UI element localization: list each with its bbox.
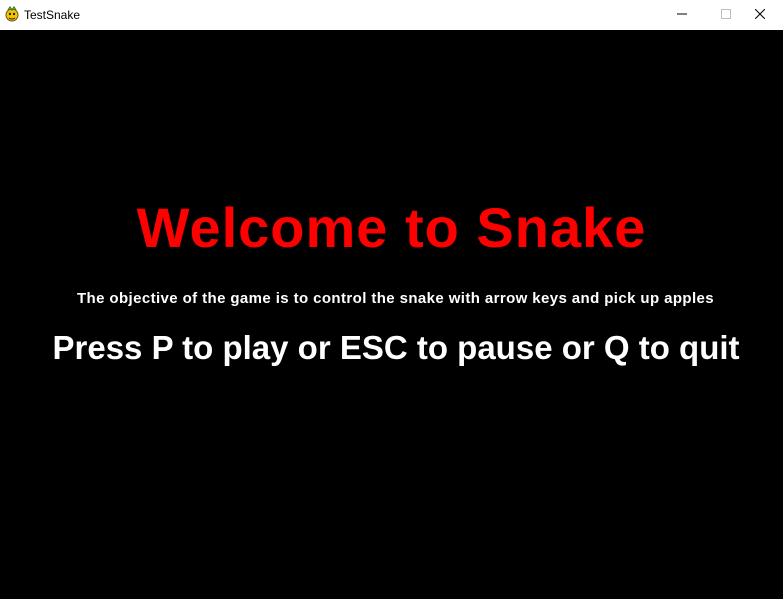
game-canvas[interactable]: Welcome to Snake The objective of the ga…: [0, 30, 783, 599]
maximize-icon: [721, 6, 731, 24]
close-button[interactable]: [737, 0, 783, 30]
title-bar[interactable]: TestSnake: [0, 0, 783, 30]
objective-text: The objective of the game is to control …: [76, 290, 715, 307]
pygame-snake-icon: [4, 5, 20, 22]
minimize-icon: [677, 6, 687, 24]
close-icon: [754, 6, 766, 24]
minimize-button[interactable]: [659, 0, 705, 30]
game-window: TestSnake Welcome to Snake The objective…: [0, 0, 783, 599]
welcome-title: Welcome to Snake: [136, 196, 647, 259]
instructions-text: Press P to play or ESC to pause or Q to …: [52, 329, 740, 366]
window-title: TestSnake: [24, 8, 81, 22]
